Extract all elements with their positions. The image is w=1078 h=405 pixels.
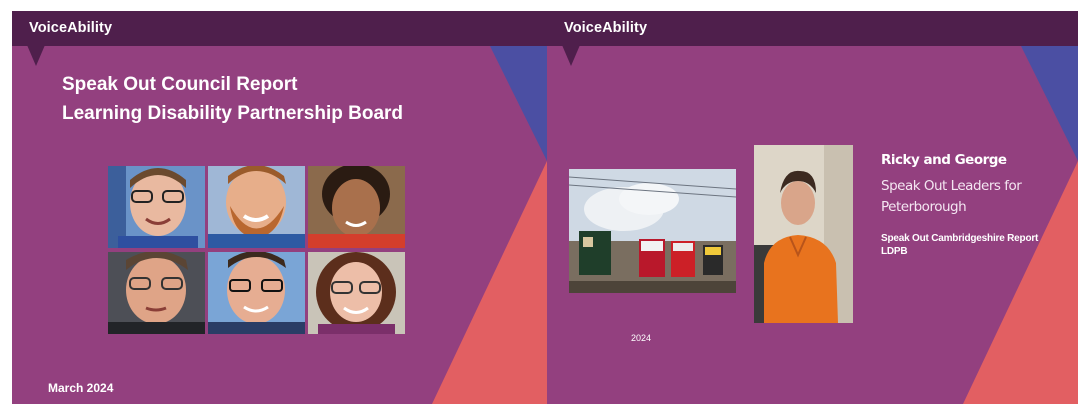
member-photo (208, 252, 305, 334)
trains-photo (569, 169, 736, 293)
title-line-1: Speak Out Council Report (62, 74, 298, 95)
report-line-2: LDPB (881, 246, 908, 257)
header-notch (562, 45, 580, 66)
presenter-role: Speak Out Leaders for Peterborough (881, 176, 1041, 218)
header-notch (27, 45, 45, 66)
title-line-2: Learning Disability Partnership Board (62, 103, 404, 124)
member-photo (108, 166, 205, 248)
report-title: Speak Out Cambridgeshire Report LDPB (881, 232, 1038, 258)
title-slide: VoiceAbility Speak Out Council Report Le… (12, 11, 547, 404)
presenter-names: Ricky and George (881, 152, 1007, 168)
member-photo (308, 166, 405, 248)
member-photo (208, 166, 305, 248)
slide-title: Speak Out Council Report Learning Disabi… (62, 70, 403, 128)
presenters-slide: VoiceAbility Ricky and George Speak Out … (547, 11, 1078, 404)
members-photo-grid (108, 166, 405, 334)
voiceability-logo: VoiceAbility (29, 20, 113, 36)
role-line-2: Peterborough (881, 199, 967, 215)
role-line-1: Speak Out Leaders for (881, 178, 1022, 194)
presenter-photo (754, 145, 853, 323)
slide-year: 2024 (631, 333, 652, 343)
member-photo (108, 252, 205, 334)
voiceability-logo: VoiceAbility (564, 20, 648, 36)
slide-date: March 2024 (48, 381, 114, 395)
report-line-1: Speak Out Cambridgeshire Report (881, 233, 1039, 244)
member-photo (308, 252, 405, 334)
